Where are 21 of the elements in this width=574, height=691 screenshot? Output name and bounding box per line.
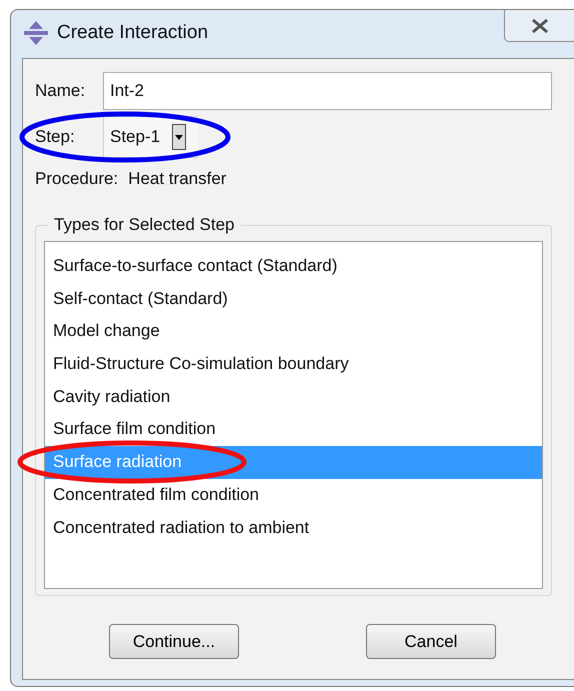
diamond-arrows-icon — [23, 20, 49, 46]
list-item[interactable]: Concentrated radiation to ambient — [45, 512, 542, 544]
list-item[interactable]: Model change — [45, 315, 542, 348]
cancel-button[interactable]: Cancel — [366, 624, 496, 659]
group-title: Types for Selected Step — [53, 215, 236, 235]
step-label: Step: — [35, 127, 76, 147]
name-field[interactable]: Int-2 — [103, 72, 552, 110]
procedure-label: Procedure: — [35, 169, 118, 189]
list-item[interactable]: Self-contact (Standard) — [45, 282, 542, 316]
list-item[interactable]: Surface-to-surface contact (Standard) — [45, 250, 542, 283]
list-item[interactable]: Fluid-Structure Co-simulation boundary — [45, 348, 542, 381]
list-item[interactable]: Concentrated film condition — [45, 478, 542, 512]
name-label: Name: — [35, 81, 86, 101]
list-item[interactable]: Surface film condition — [45, 413, 542, 446]
close-button[interactable] — [504, 10, 574, 42]
window-title: Create Interaction — [57, 22, 208, 44]
procedure-value: Heat transfer — [128, 169, 226, 189]
continue-button[interactable]: Continue... — [109, 624, 239, 659]
step-dropdown[interactable]: Step-1 — [103, 116, 198, 158]
close-icon — [530, 18, 550, 34]
list-item[interactable]: Cavity radiation — [45, 380, 542, 414]
